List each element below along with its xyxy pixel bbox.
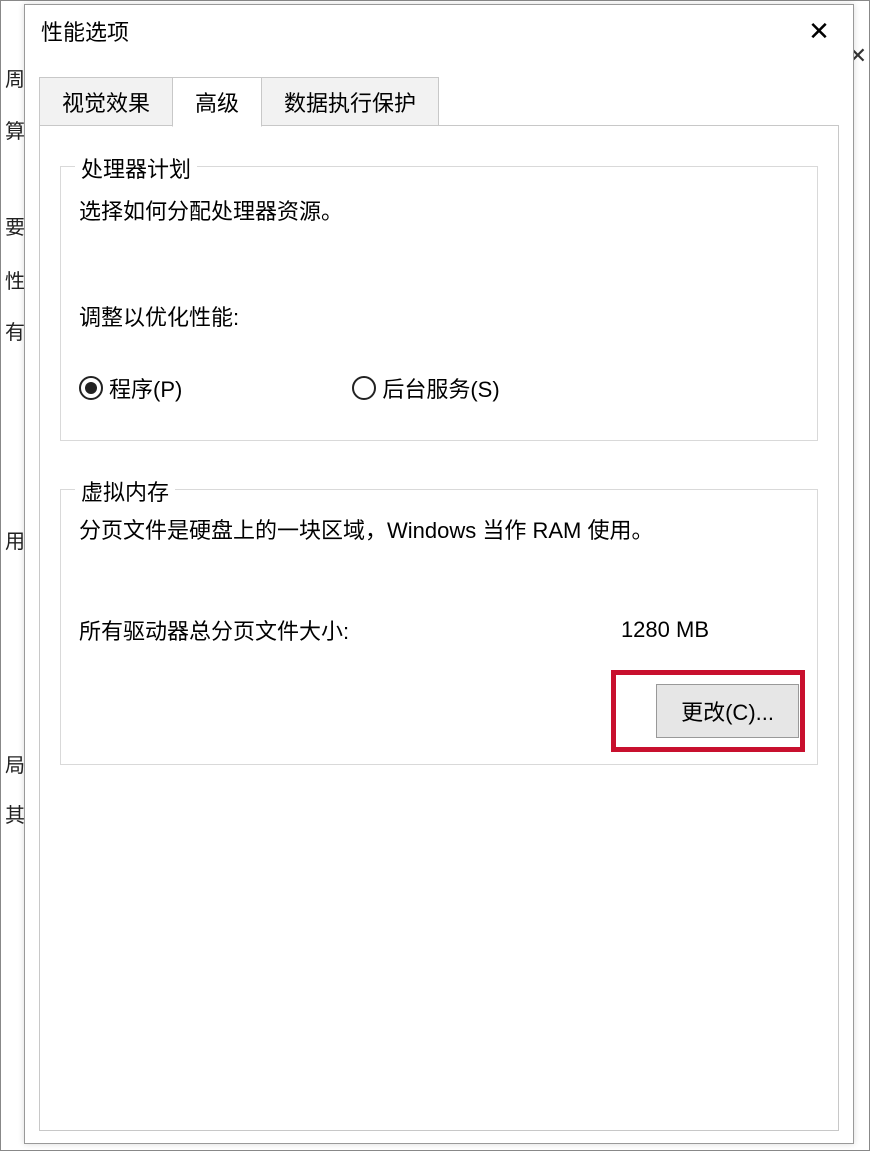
- close-icon[interactable]: ✕: [797, 9, 841, 53]
- change-button[interactable]: 更改(C)...: [656, 684, 799, 738]
- bg-fragment: 周: [5, 63, 25, 92]
- virtual-memory-group: 虚拟内存 分页文件是硬盘上的一块区域，Windows 当作 RAM 使用。 所有…: [60, 489, 818, 764]
- bg-fragment: 用: [5, 525, 25, 554]
- tab-strip: 视觉效果 高级 数据执行保护: [25, 77, 853, 126]
- tab-advanced[interactable]: 高级: [172, 77, 262, 127]
- bg-fragment: 局: [5, 749, 25, 778]
- bg-fragment: 要: [5, 211, 25, 240]
- processor-legend: 处理器计划: [75, 152, 197, 184]
- bg-fragment: 算: [5, 115, 25, 144]
- virtual-memory-desc: 分页文件是硬盘上的一块区域，Windows 当作 RAM 使用。: [79, 512, 799, 549]
- radio-background-label: 后台服务(S): [382, 372, 499, 404]
- radio-programs-label: 程序(P): [109, 372, 182, 404]
- virtual-memory-legend: 虚拟内存: [75, 475, 175, 507]
- performance-options-dialog: 性能选项 ✕ 视觉效果 高级 数据执行保护 处理器计划 选择如何分配处理器资源。…: [24, 4, 854, 1144]
- paging-file-value: 1280 MB: [621, 617, 709, 643]
- bg-fragment: 有: [5, 316, 25, 345]
- radio-background-services[interactable]: 后台服务(S): [352, 372, 499, 404]
- title-bar: 性能选项 ✕: [25, 5, 853, 53]
- radio-icon: [352, 376, 376, 400]
- tab-content-advanced: 处理器计划 选择如何分配处理器资源。 调整以优化性能: 程序(P) 后台服务(S…: [39, 126, 839, 1131]
- button-wrap: 更改(C)...: [79, 684, 799, 738]
- paging-file-row: 所有驱动器总分页文件大小: 1280 MB: [79, 614, 799, 646]
- bg-fragment: 性: [5, 265, 25, 294]
- bg-fragment: 其: [5, 799, 25, 828]
- radio-icon: [79, 376, 103, 400]
- dialog-title: 性能选项: [41, 15, 129, 47]
- tab-visual-effects[interactable]: 视觉效果: [39, 77, 173, 126]
- processor-scheduling-group: 处理器计划 选择如何分配处理器资源。 调整以优化性能: 程序(P) 后台服务(S…: [60, 166, 818, 441]
- radio-programs[interactable]: 程序(P): [79, 372, 182, 404]
- tab-dep[interactable]: 数据执行保护: [261, 77, 439, 126]
- radio-row: 程序(P) 后台服务(S): [79, 372, 799, 404]
- tab-border: [39, 125, 839, 126]
- processor-desc: 选择如何分配处理器资源。: [79, 193, 799, 230]
- paging-file-label: 所有驱动器总分页文件大小:: [79, 614, 349, 646]
- adjust-for-label: 调整以优化性能:: [79, 300, 799, 332]
